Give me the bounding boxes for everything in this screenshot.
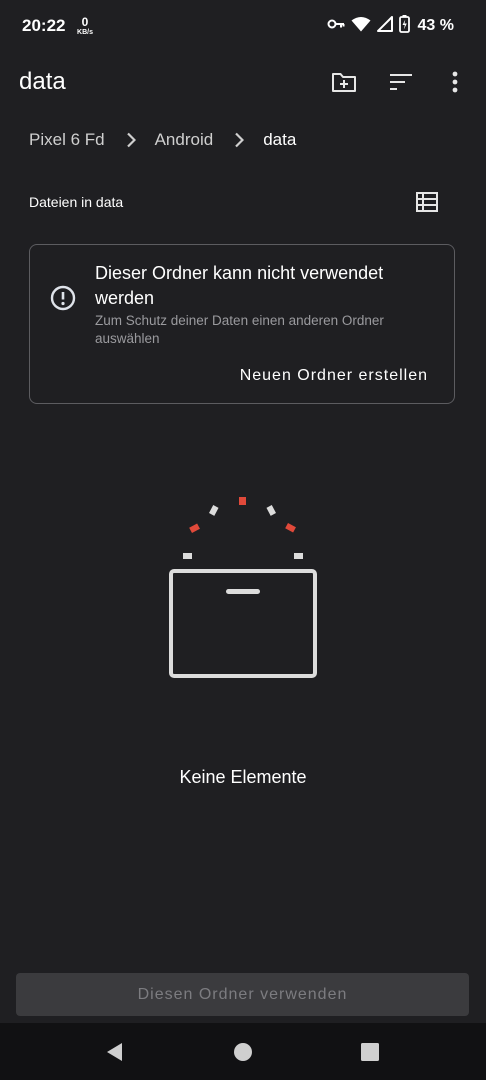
- status-icons: 43 %: [327, 14, 454, 38]
- battery-charging-icon: [398, 14, 410, 38]
- chevron-right-icon: [120, 132, 142, 148]
- more-vert-icon[interactable]: [441, 68, 469, 96]
- wifi-icon: [351, 16, 371, 37]
- list-view-icon[interactable]: [416, 192, 440, 214]
- back-icon[interactable]: [104, 1041, 126, 1063]
- info-circle-icon: [50, 285, 76, 311]
- home-icon[interactable]: [232, 1041, 254, 1063]
- status-time: 20:22: [22, 16, 66, 35]
- signal-icon: [376, 15, 393, 37]
- network-speed-unit: KB/s: [77, 29, 93, 36]
- chevron-right-icon: [228, 132, 250, 148]
- navigation-bar: [0, 1023, 486, 1080]
- breadcrumb-item-current[interactable]: data: [263, 130, 296, 150]
- breadcrumb: Pixel 6 Fd Android data: [29, 128, 296, 152]
- warning-title: Dieser Ordner kann nicht verwendet werde…: [95, 263, 384, 308]
- empty-box-illustration: [160, 490, 326, 684]
- battery-percent: 43 %: [417, 17, 454, 34]
- warning-subtitle: Zum Schutz deiner Daten einen anderen Or…: [95, 313, 384, 346]
- network-speed-value: 0: [81, 15, 89, 29]
- page-title: data: [19, 68, 66, 95]
- app-bar: data: [0, 56, 486, 108]
- create-folder-button[interactable]: Neuen Ordner erstellen: [240, 367, 428, 385]
- network-speed: 0 KB/s: [74, 16, 96, 36]
- sort-icon[interactable]: [387, 68, 415, 96]
- warning-card: Dieser Ordner kann nicht verwendet werde…: [29, 244, 455, 404]
- use-folder-button[interactable]: Diesen Ordner verwenden: [16, 973, 469, 1016]
- recents-icon[interactable]: [359, 1041, 381, 1063]
- new-folder-icon[interactable]: [330, 68, 358, 96]
- empty-state-text: Keine Elemente: [179, 767, 307, 787]
- breadcrumb-item-android[interactable]: Android: [155, 130, 214, 150]
- status-bar: 20:22 0 KB/s 43 %: [0, 0, 486, 54]
- section-label: Dateien in data: [29, 194, 124, 210]
- breadcrumb-item-root[interactable]: Pixel 6 Fd: [29, 130, 105, 150]
- vpn-key-icon: [327, 17, 345, 35]
